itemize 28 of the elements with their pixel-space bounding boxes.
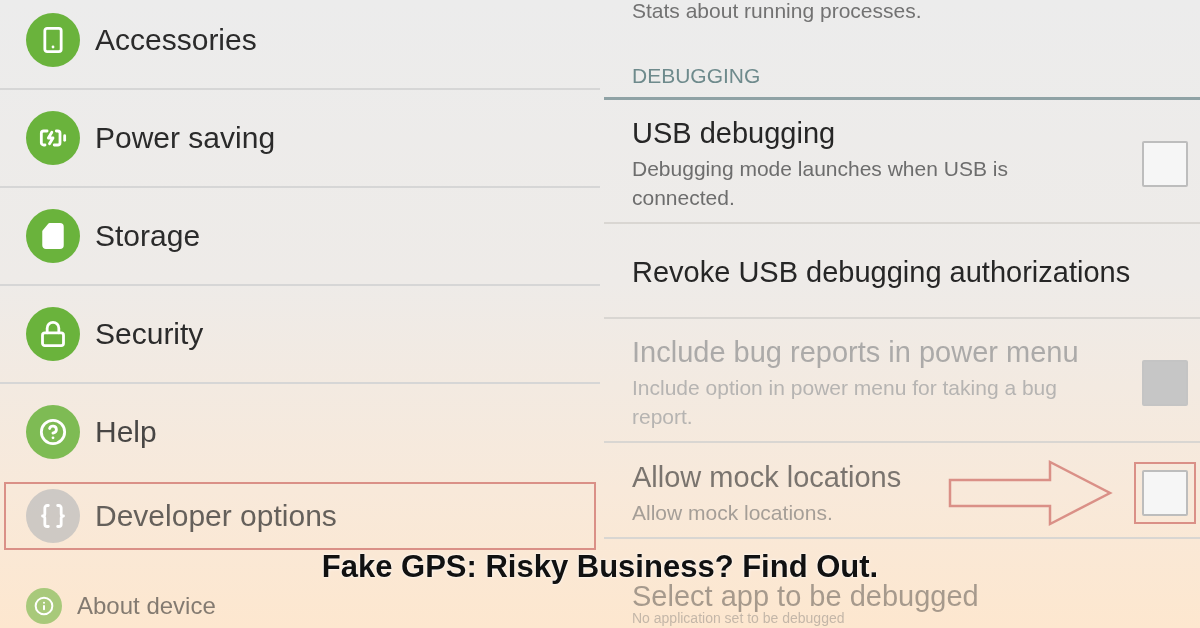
settings-menu-item[interactable]: Help xyxy=(0,384,600,482)
setting-summary: Debugging mode launches when USB is connected. xyxy=(632,156,1009,211)
headline-caption: Fake GPS: Risky Business? Find Out. xyxy=(321,551,879,582)
setting-summary: Include option in power menu for taking a bug report. xyxy=(632,375,1058,430)
braces-icon xyxy=(26,489,80,543)
settings-menu-item[interactable]: Power saving xyxy=(0,90,600,188)
checkbox[interactable] xyxy=(1142,470,1188,516)
settings-menu-item[interactable]: Developer options xyxy=(4,482,596,550)
settings-menu-item[interactable]: Accessories xyxy=(0,0,600,90)
battery-icon xyxy=(26,111,80,165)
padlock-icon xyxy=(26,307,80,361)
setting-title: Allow mock locations xyxy=(632,459,903,494)
setting-summary: No application set to be debugged xyxy=(632,611,846,626)
settings-menu-item[interactable]: About device xyxy=(0,586,600,628)
setting-summary: Stats about running processes. xyxy=(631,0,923,22)
setting-title: Select app to be debugged xyxy=(632,581,980,611)
settings-menu-item[interactable]: Storage xyxy=(0,188,600,286)
section-header: DEBUGGING xyxy=(604,63,1200,100)
checkbox[interactable] xyxy=(1142,141,1188,187)
phone-icon xyxy=(26,13,80,67)
setting-summary: Allow mock locations. xyxy=(632,499,834,526)
help-icon xyxy=(26,405,80,459)
setting-title: Include bug reports in power menu xyxy=(632,335,1080,369)
settings-menu-item[interactable]: Security xyxy=(0,286,600,384)
setting-title: Revoke USB debugging authorizations xyxy=(632,255,1132,289)
memory-card-icon xyxy=(26,209,80,263)
info-icon xyxy=(26,588,62,624)
setting-title: USB debugging xyxy=(632,116,837,150)
